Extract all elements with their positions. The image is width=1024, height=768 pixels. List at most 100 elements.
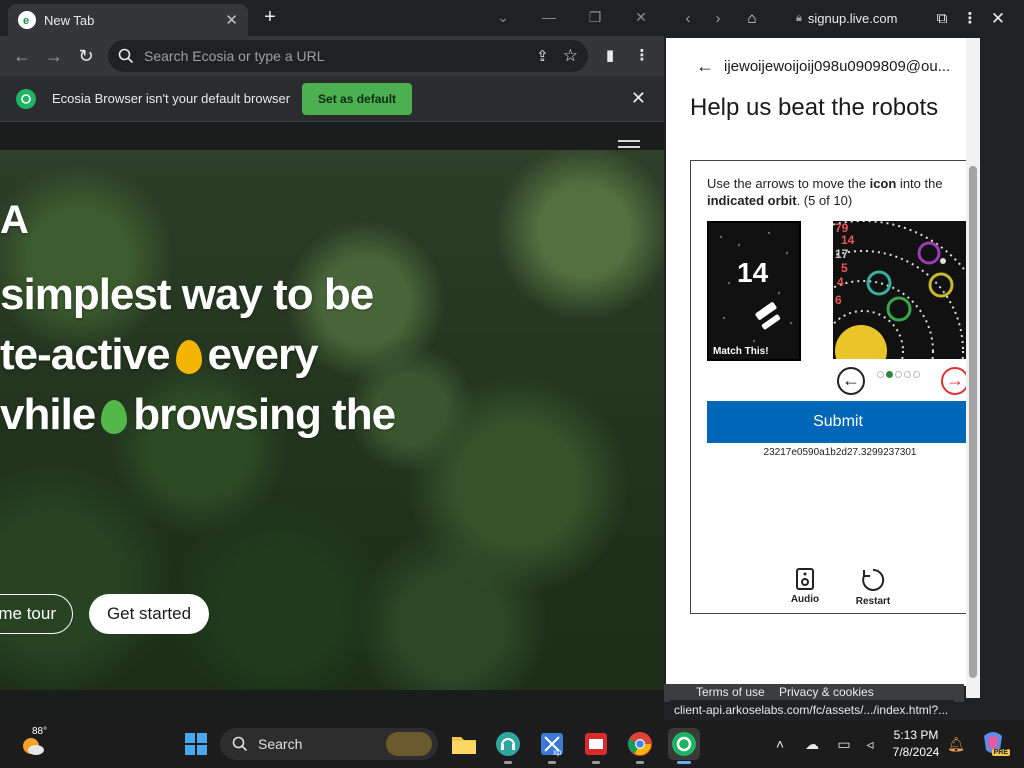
tray-cloud-icon[interactable]: ☁ (802, 734, 822, 754)
forward-icon[interactable]: › (708, 9, 728, 29)
instr-progress: . (5 of 10) (796, 193, 853, 208)
minimize-icon[interactable]: — (536, 6, 562, 28)
ecosia-icon (672, 732, 696, 756)
hero-text-3a: vhile (0, 390, 96, 439)
taskbar-app-red[interactable] (580, 728, 612, 764)
tab-strip: e New Tab ✕ + ⌄ — ❐ ✕ (0, 0, 664, 36)
instr-text-2: into the (896, 176, 943, 191)
audio-button[interactable]: Audio (775, 567, 835, 605)
set-as-default-button[interactable]: Set as default (302, 82, 413, 115)
progress-dot-active (886, 371, 893, 378)
taskbar-app-copilot[interactable] (492, 728, 524, 764)
terms-of-use-link[interactable]: Terms of use (696, 685, 765, 699)
taskbar-app-xp[interactable]: xp (536, 728, 568, 764)
page-title: Help us beat the robots (690, 94, 939, 121)
panel-menu-icon[interactable]: ⋮ (960, 9, 980, 29)
hero-headline-line-2: te-active every (0, 330, 319, 380)
headset-app-icon (496, 732, 520, 756)
address-bar[interactable]: Search Ecosia or type a URL ⇪ ☆ (108, 40, 588, 72)
orbit-puzzle-image: 79 14 17 5 4 6 (833, 221, 969, 359)
windows-taskbar: 88° Search xp ˄ ☁ ▭ ◃ 5:13 PM 7/8/2024 🔔… (0, 720, 1024, 768)
restart-button[interactable]: Restart (843, 567, 903, 607)
tray-overflow-chevron-icon[interactable]: ˄ (770, 734, 790, 754)
close-infobar-icon[interactable]: ✕ (631, 88, 646, 109)
taskbar-file-explorer[interactable] (448, 728, 480, 760)
match-number: 14 (737, 257, 769, 288)
bookmark-star-icon[interactable]: ☆ (563, 46, 578, 66)
browser-toolbar: ← → ↻ Search Ecosia or type a URL ⇪ ☆ ▮ … (0, 36, 664, 76)
progress-dot (895, 371, 902, 378)
running-indicator (504, 761, 512, 764)
partial-logo: A (0, 198, 29, 242)
search-icon (232, 736, 248, 752)
hero-headline-line-3: vhile browsing the (0, 390, 396, 440)
side-panel-icon[interactable]: ▮ (598, 44, 622, 68)
back-arrow-icon[interactable]: ← (696, 56, 714, 77)
status-bubble: client-api.arkoselabs.com/fc/assets/.../… (670, 700, 954, 720)
ecosia-browser-window: e New Tab ✕ + ⌄ — ❐ ✕ ← → ↻ Search Ecosi… (0, 0, 664, 720)
taskbar-search-label: Search (258, 736, 303, 752)
windows-logo-icon (185, 733, 207, 755)
arrow-right-button[interactable]: → (941, 367, 969, 395)
tray-display-icon[interactable]: ▭ (834, 734, 854, 754)
copilot-button[interactable]: PRE (980, 730, 1010, 756)
privacy-link[interactable]: Privacy & cookies (779, 685, 874, 699)
ecosia-site-header (0, 122, 664, 150)
infobar-message: Ecosia Browser isn't your default browse… (52, 91, 291, 106)
back-icon[interactable]: ← (10, 44, 34, 68)
ecosia-favicon-icon: e (18, 11, 36, 29)
speaker-icon (796, 568, 814, 590)
ecosia-badge-icon (16, 88, 36, 109)
restore-icon[interactable]: ❐ (582, 6, 608, 28)
url-text: signup.live.com (807, 11, 898, 26)
orbit-number-2: 14 (841, 233, 855, 247)
side-panel-url[interactable]: 🔒︎ signup.live.com (796, 11, 897, 26)
menu-kebab-icon[interactable]: ⋮ (630, 44, 654, 68)
tab-search-chevron-icon[interactable]: ⌄ (490, 6, 516, 28)
tab-new-tab[interactable]: e New Tab ✕ (8, 4, 248, 36)
green-clover-icon (101, 400, 128, 435)
running-indicator (548, 761, 556, 764)
orbit-number-3: 17 (835, 247, 849, 261)
back-icon[interactable]: ‹ (678, 9, 698, 29)
submit-button[interactable]: Submit (707, 401, 969, 443)
tray-volume-icon[interactable]: ◃ (860, 734, 880, 754)
running-indicator (592, 761, 600, 764)
hamburger-menu-icon[interactable] (618, 140, 640, 152)
captcha-frame: Use the arrows to move the icon into the… (690, 160, 970, 614)
taskbar-search[interactable]: Search (220, 728, 438, 760)
close-tab-icon[interactable]: ✕ (225, 11, 238, 29)
forward-icon[interactable]: → (42, 44, 66, 68)
close-window-icon[interactable]: ✕ (628, 6, 654, 28)
take-tour-button[interactable]: me tour (0, 594, 73, 634)
orbit-number-6: 6 (835, 293, 842, 307)
get-started-button[interactable]: Get started (89, 594, 209, 634)
start-button[interactable] (180, 728, 212, 760)
home-icon[interactable]: ⌂ (742, 9, 762, 29)
share-icon[interactable]: ⇪ (536, 47, 549, 65)
taskbar-ecosia[interactable] (668, 728, 700, 764)
page-bottom-bar (0, 690, 664, 720)
close-panel-icon[interactable]: ✕ (988, 9, 1008, 29)
orbit-number-5: 4 (837, 275, 844, 289)
audio-label: Audio (790, 594, 820, 605)
reload-icon[interactable]: ↻ (74, 44, 98, 68)
instr-orbit-word: indicated orbit (707, 193, 797, 208)
page-scrollbar[interactable] (966, 38, 980, 698)
captcha-instructions: Use the arrows to move the icon into the… (707, 175, 969, 209)
copilot-pre-badge: PRE (991, 749, 1010, 756)
new-tab-icon[interactable]: + (258, 6, 282, 30)
weather-temp: 88° (32, 726, 48, 737)
arrow-left-button[interactable]: ← (837, 367, 865, 395)
default-browser-infobar: Ecosia Browser isn't your default browse… (0, 76, 664, 122)
notification-bell-icon[interactable]: 🔔︎ (946, 734, 966, 754)
xp-app-icon: xp (541, 733, 563, 757)
scrollbar-thumb[interactable] (969, 166, 977, 678)
weather-widget[interactable]: 88° (20, 726, 47, 756)
taskbar-chrome[interactable] (624, 728, 656, 764)
progress-dot (913, 371, 920, 378)
chrome-icon (628, 732, 652, 756)
taskbar-clock[interactable]: 5:13 PM 7/8/2024 (886, 727, 946, 761)
orange-leaf-icon (175, 340, 202, 375)
open-in-tab-icon[interactable]: ⧉ (932, 9, 952, 29)
